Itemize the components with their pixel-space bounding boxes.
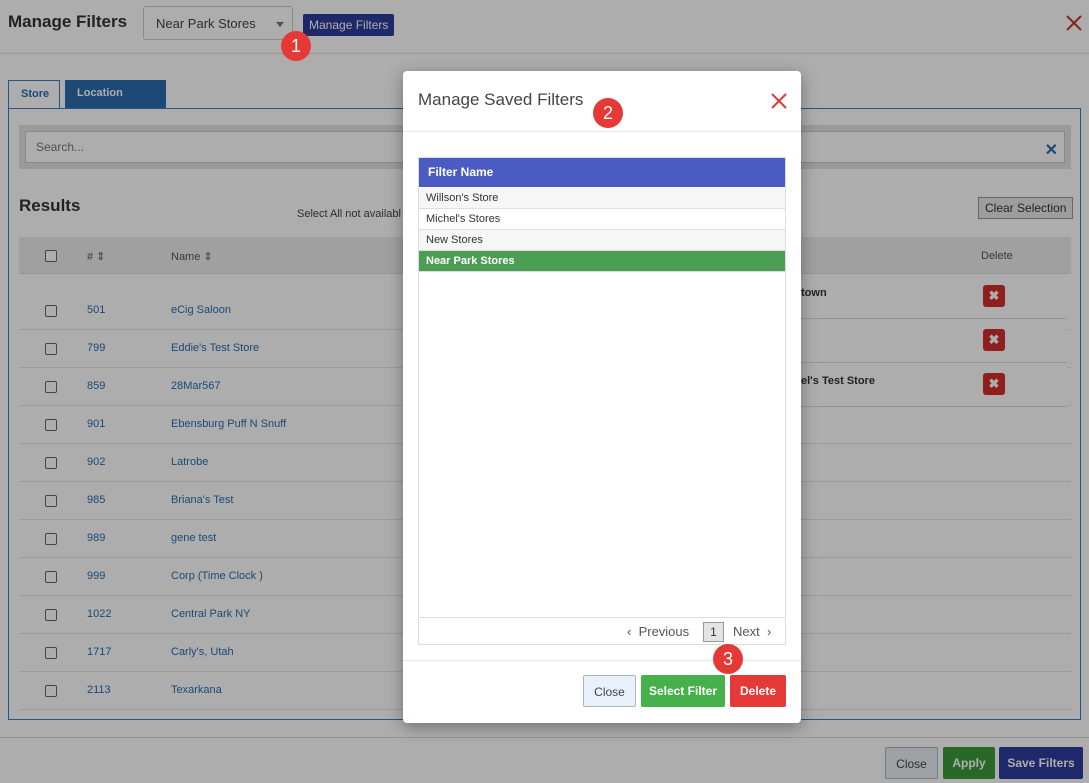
- filter-row[interactable]: New Stores: [419, 230, 785, 251]
- page-1-button[interactable]: 1: [703, 622, 724, 642]
- callout-1: 1: [281, 31, 311, 61]
- previous-page-button[interactable]: ‹ Previous: [627, 624, 689, 639]
- modal-close-icon[interactable]: [769, 91, 789, 111]
- filter-row[interactable]: Near Park Stores: [419, 251, 785, 272]
- divider: [403, 131, 801, 132]
- filters-table: Filter Name Willson's Store Michel's Stor…: [418, 157, 786, 645]
- select-filter-button[interactable]: Select Filter: [641, 675, 725, 707]
- filter-row[interactable]: Michel's Stores: [419, 209, 785, 230]
- modal-close-button[interactable]: Close: [583, 675, 636, 707]
- filter-name-header: Filter Name: [419, 158, 785, 187]
- manage-saved-filters-modal: Manage Saved Filters Filter Name Willson…: [403, 71, 801, 723]
- callout-3: 3: [713, 644, 743, 674]
- pagination: ‹ Previous 1 Next ›: [418, 617, 786, 645]
- filter-row[interactable]: Willson's Store: [419, 188, 785, 209]
- delete-filter-button[interactable]: Delete: [730, 675, 786, 707]
- callout-2: 2: [593, 98, 623, 128]
- next-page-button[interactable]: Next ›: [733, 624, 771, 639]
- modal-title: Manage Saved Filters: [418, 90, 584, 109]
